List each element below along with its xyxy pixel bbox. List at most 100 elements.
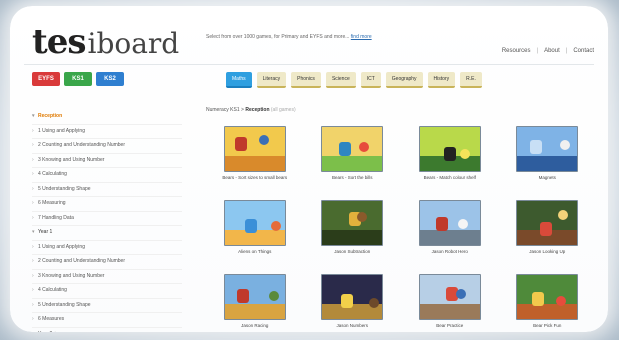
game-thumbnail[interactable] — [418, 274, 481, 320]
thumbnail-figure — [268, 291, 279, 301]
games-grid: Bears - Sort sizes to small bears Bears -… — [206, 126, 596, 332]
sidebar-item-label: Year 1 — [38, 229, 53, 235]
game-thumbnail[interactable] — [223, 200, 286, 246]
sidebar-item[interactable]: › 3 Knowing and Using Number — [32, 154, 182, 168]
sidebar-item-label: 2 Counting and Understanding Number — [38, 258, 125, 264]
game-tile[interactable]: Magnets — [499, 126, 597, 194]
game-tile[interactable]: Bear Pick Fun — [499, 274, 597, 332]
game-title[interactable]: Aliens on Things — [212, 249, 298, 255]
game-thumbnail[interactable] — [418, 126, 481, 172]
thumbnail-figure — [532, 292, 545, 306]
game-thumbnail[interactable] — [223, 126, 286, 172]
stage-tab-ks1[interactable]: KS1 — [64, 72, 92, 86]
game-tile[interactable]: Bears - Match colour shelf — [401, 126, 499, 194]
sidebar-item[interactable]: › 6 Measuring — [32, 197, 182, 212]
game-thumbnail[interactable] — [321, 126, 384, 172]
subject-tab-ict[interactable]: ICT — [360, 72, 381, 88]
game-title[interactable]: Jason Robot Hero — [407, 249, 493, 255]
stage-tab-ks2[interactable]: KS2 — [96, 72, 124, 86]
sidebar-item-label: 7 Handling Data — [38, 214, 74, 221]
thumbnail-ground — [517, 155, 578, 171]
game-tile[interactable]: Bear Practice — [401, 274, 499, 332]
thumbnail-ground — [322, 155, 383, 171]
top-links: Resources | About | Contact — [502, 48, 594, 54]
breadcrumb-root[interactable]: Numeracy KS1 — [206, 107, 240, 113]
breadcrumb: Numeracy KS1 > Reception (all games) — [206, 107, 296, 113]
thumbnail-figure — [234, 137, 247, 151]
thumbnail-figure — [258, 135, 269, 145]
game-thumbnail[interactable] — [516, 274, 579, 320]
game-thumbnail[interactable] — [516, 126, 579, 172]
sidebar-item[interactable]: ▾ Reception — [32, 110, 182, 125]
game-title[interactable]: Jason Numbers — [309, 323, 395, 329]
game-title[interactable]: Bear Practice — [407, 323, 493, 329]
sidebar-item[interactable]: ›Year 2 + — [32, 328, 182, 333]
game-tile[interactable]: Jason Subtraction — [304, 200, 402, 268]
thumbnail-figure — [443, 147, 456, 161]
thumbnail-figure — [457, 219, 468, 229]
subject-tab-history[interactable]: History — [427, 72, 456, 88]
sidebar-item[interactable]: › 4 Calculating — [32, 284, 182, 299]
subject-tab-literacy[interactable]: Literacy — [256, 72, 287, 88]
game-thumbnail[interactable] — [418, 200, 481, 246]
sidebar-item[interactable]: › 7 Handling Data — [32, 212, 182, 226]
sidebar-item[interactable]: › 1 Using and Applying — [32, 241, 182, 255]
subject-tab-re[interactable]: R.E. — [460, 72, 482, 88]
game-title[interactable]: Jason Looking Up — [504, 249, 590, 255]
sidebar-item[interactable]: › 2 Counting and Understanding Number — [32, 255, 182, 270]
thumbnail-figure — [530, 140, 543, 154]
about-link[interactable]: About — [544, 48, 560, 54]
thumbnail-figure — [560, 140, 571, 150]
tagline-link[interactable]: find more — [351, 34, 372, 40]
game-tile[interactable]: Bears - Sort the bills — [304, 126, 402, 194]
tes-iboard-logo[interactable]: tes iboard — [32, 22, 180, 62]
game-title[interactable]: Magnets — [504, 175, 590, 181]
thumbnail-figure — [435, 217, 448, 231]
game-tile[interactable]: Aliens on Things — [206, 200, 304, 268]
sidebar-item[interactable]: › 5 Understanding Shape — [32, 299, 182, 313]
tagline: Select from over 1000 games, for Primary… — [206, 34, 372, 40]
game-title[interactable]: Jason Racing — [212, 323, 298, 329]
resources-link[interactable]: Resources — [502, 48, 531, 54]
sidebar-item-label: 6 Measures — [38, 316, 65, 322]
sidebar-item[interactable]: › 5 Understanding Shape — [32, 183, 182, 197]
sidebar-item[interactable]: › 4 Calculating — [32, 168, 182, 183]
sidebar-item[interactable]: ▾ Year 1 — [32, 226, 182, 241]
game-title[interactable]: Bears - Sort sizes to small bears — [212, 175, 298, 181]
sidebar-item[interactable]: › 6 Measures — [32, 313, 182, 328]
sidebar-item[interactable]: › 1 Using and Applying — [32, 125, 182, 139]
thumbnail-figure — [270, 221, 281, 231]
game-tile[interactable]: Jason Robot Hero — [401, 200, 499, 268]
sidebar-item[interactable]: › 3 Knowing and Using Number — [32, 270, 182, 284]
subject-tab-geography[interactable]: Geography — [385, 72, 423, 88]
game-thumbnail[interactable] — [223, 274, 286, 320]
thumbnail-figure — [236, 289, 249, 303]
sidebar-item-label: 1 Using and Applying — [38, 243, 85, 250]
subject-tab-maths[interactable]: Maths — [226, 72, 252, 88]
sidebar-item-label: 4 Calculating — [38, 171, 67, 177]
sidebar-item-label: Year 2 + — [38, 328, 57, 333]
sidebar-item[interactable]: › 2 Counting and Understanding Number — [32, 139, 182, 154]
game-tile[interactable]: Bears - Sort sizes to small bears — [206, 126, 304, 194]
game-thumbnail[interactable] — [321, 274, 384, 320]
game-tile[interactable]: Jason Looking Up — [499, 200, 597, 268]
game-title[interactable]: Jason Subtraction — [309, 249, 395, 255]
game-thumbnail[interactable] — [516, 200, 579, 246]
sidebar-item-label: 1 Using and Applying — [38, 127, 85, 134]
subject-tab-phonics[interactable]: Phonics — [291, 72, 321, 88]
game-title[interactable]: Bears - Sort the bills — [309, 175, 395, 181]
logo-iboard-text: iboard — [87, 27, 180, 60]
thumbnail-figure — [540, 222, 553, 236]
game-tile[interactable]: Jason Numbers — [304, 274, 402, 332]
contact-link[interactable]: Contact — [573, 48, 594, 54]
subject-tab-science[interactable]: Science — [325, 72, 356, 88]
game-title[interactable]: Bear Pick Fun — [504, 323, 590, 329]
game-title[interactable]: Bears - Match colour shelf — [407, 175, 493, 181]
thumbnail-figure — [244, 219, 257, 233]
thumbnail-figure — [558, 210, 569, 220]
link-separator: | — [536, 48, 539, 54]
game-tile[interactable]: Jason Racing — [206, 274, 304, 332]
game-thumbnail[interactable] — [321, 200, 384, 246]
stage-tab-eyfs[interactable]: EYFS — [32, 72, 60, 86]
thumbnail-ground — [517, 303, 578, 319]
